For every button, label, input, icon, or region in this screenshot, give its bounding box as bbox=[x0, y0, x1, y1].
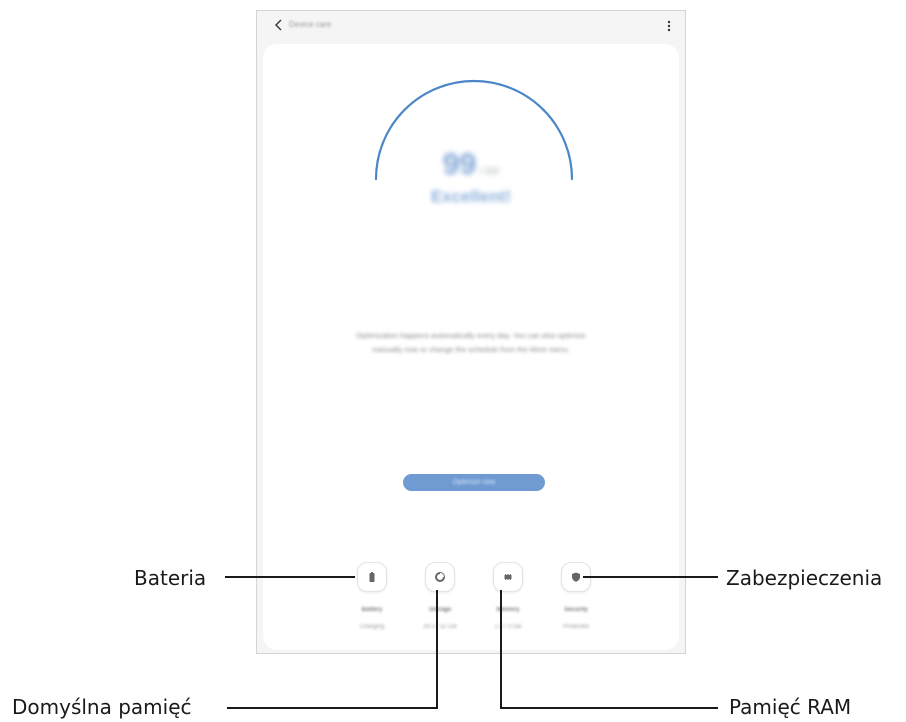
app-title: Device care bbox=[289, 20, 332, 29]
score-display: 99/ 100 bbox=[263, 148, 679, 182]
device-screen: Device care 99/ 100 Excellent! Optimizat… bbox=[256, 10, 686, 654]
optimize-now-label: Optimize now bbox=[452, 479, 496, 486]
shield-icon bbox=[572, 572, 580, 582]
device-care-card: 99/ 100 Excellent! Optimization happens … bbox=[263, 44, 679, 650]
security-callout-line bbox=[583, 576, 718, 578]
memory-callout-label: Pamięć RAM bbox=[729, 695, 852, 719]
storage-callout-hline bbox=[227, 707, 438, 709]
battery-icon bbox=[369, 572, 375, 582]
back-arrow-icon[interactable] bbox=[271, 17, 287, 33]
security-name: Security bbox=[564, 607, 588, 613]
memory-name: Memory bbox=[496, 607, 520, 613]
score-value: 99 bbox=[442, 148, 477, 181]
storage-button[interactable] bbox=[425, 562, 455, 592]
storage-callout-vline bbox=[436, 590, 438, 709]
battery-value: Charging bbox=[359, 624, 385, 630]
score-status: Excellent! bbox=[430, 187, 512, 206]
battery-name: Battery bbox=[361, 607, 383, 613]
storage-name: Storage bbox=[428, 607, 452, 613]
optimize-now-button[interactable]: Optimize now bbox=[403, 474, 545, 491]
battery-callout-line bbox=[225, 576, 355, 578]
storage-callout-label: Domyślna pamięć bbox=[12, 695, 192, 719]
storage-value: 26.5 / 32 GB bbox=[423, 624, 457, 630]
security-value: Protected bbox=[563, 624, 589, 630]
security-callout-label: Zabezpieczenia bbox=[726, 566, 883, 590]
memory-callout-hline bbox=[500, 707, 718, 709]
score-max: / 100 bbox=[479, 166, 500, 176]
memory-value: 1.0 / 3 GB bbox=[494, 624, 522, 630]
memory-callout-vline bbox=[500, 590, 502, 709]
storage-icon bbox=[435, 572, 445, 582]
memory-button[interactable] bbox=[493, 562, 523, 592]
memory-icon bbox=[504, 574, 512, 580]
battery-callout-label: Bateria bbox=[134, 566, 207, 590]
app-bar: Device care bbox=[257, 11, 685, 41]
battery-button[interactable] bbox=[357, 562, 387, 592]
optimization-description: Optimization happens automatically every… bbox=[356, 331, 586, 354]
more-options-icon[interactable] bbox=[663, 18, 675, 34]
